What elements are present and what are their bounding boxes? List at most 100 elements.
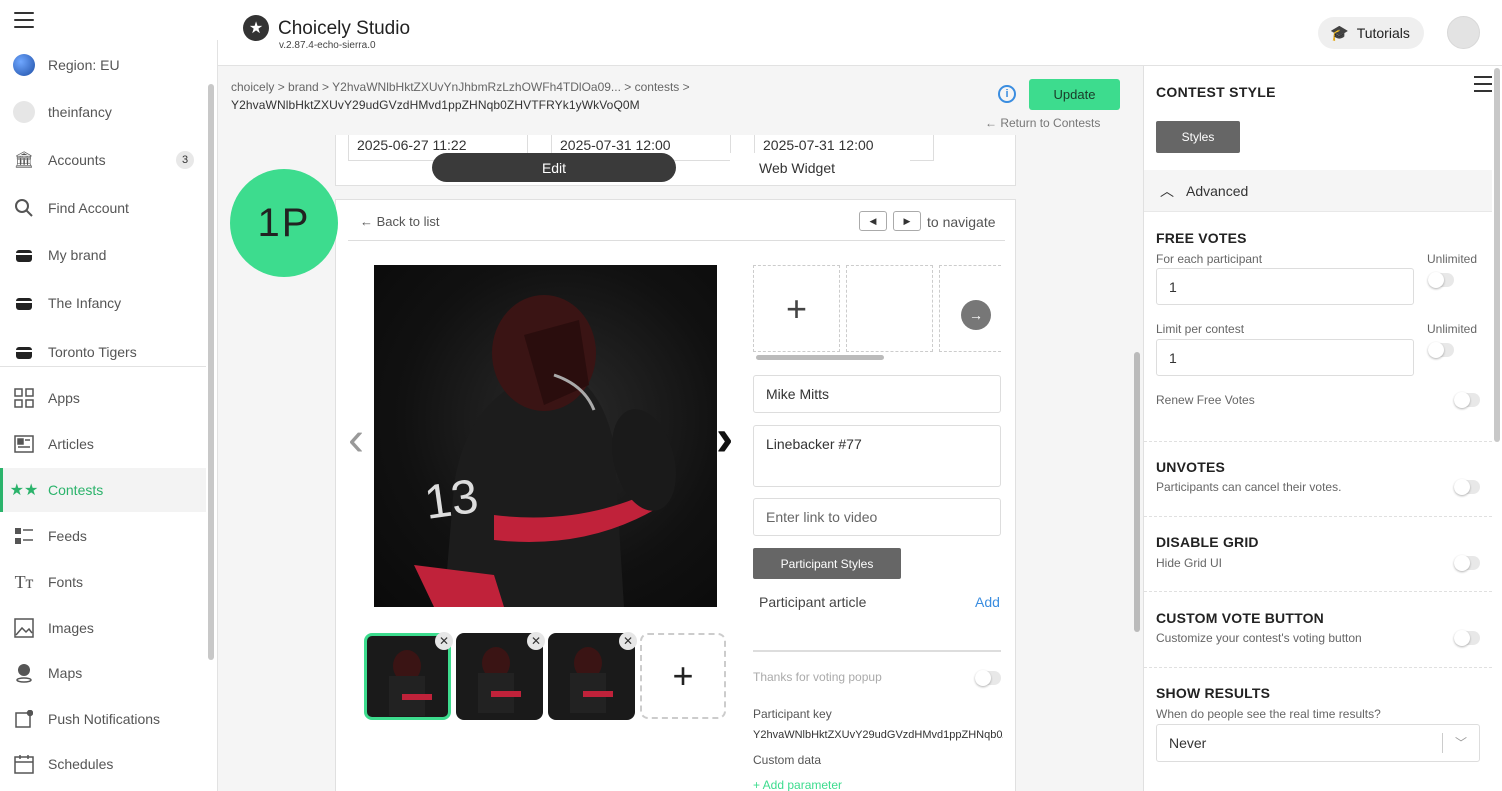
sidebar-item-feeds[interactable]: Feeds bbox=[0, 514, 206, 558]
article-icon bbox=[12, 432, 36, 456]
prev-image-arrow-icon[interactable]: ‹ bbox=[348, 412, 364, 467]
limit-per-contest-label: Limit per contest bbox=[1156, 322, 1245, 336]
add-article-link[interactable]: Add bbox=[975, 594, 1000, 610]
sidebar-item-accounts[interactable]: 🏛 Accounts 3 bbox=[0, 138, 206, 182]
participant-styles-button[interactable]: Participant Styles bbox=[753, 548, 901, 579]
media-slot[interactable] bbox=[846, 265, 933, 352]
section-divider bbox=[753, 650, 1001, 652]
accounts-count-badge: 3 bbox=[176, 151, 194, 169]
calendar-icon bbox=[12, 752, 36, 776]
breadcrumb-contest-id: Y2hvaWNlbHktZXUvY29udGVzdHMvd1ppZHNqb0ZH… bbox=[231, 98, 640, 112]
limit-per-contest-input[interactable]: 1 bbox=[1156, 339, 1414, 376]
add-media-box[interactable]: + bbox=[753, 265, 840, 352]
participant-key-label: Participant key bbox=[753, 707, 832, 721]
unlimited-per-contest-toggle[interactable] bbox=[1428, 342, 1454, 358]
unlimited-per-participant-toggle[interactable] bbox=[1428, 272, 1454, 288]
unlimited-label: Unlimited bbox=[1427, 322, 1478, 336]
map-pin-icon bbox=[12, 661, 36, 685]
unvotes-heading: UNVOTES bbox=[1156, 459, 1226, 475]
sidebar-item-the-infancy[interactable]: The Infancy bbox=[0, 281, 206, 325]
sidebar-item-maps[interactable]: Maps bbox=[0, 651, 206, 695]
back-to-list-link[interactable]: ← Back to list bbox=[360, 214, 439, 229]
panel-divider bbox=[1144, 441, 1492, 442]
sidebar-scrollbar[interactable] bbox=[208, 84, 214, 660]
update-button[interactable]: Update bbox=[1029, 79, 1120, 110]
app-version: v.2.87.4-echo-sierra.0 bbox=[279, 40, 376, 51]
participant-key-value: Y2hvaWNlbHktZXUvY29udGVzdHMvd1ppZHNqb0ZH… bbox=[753, 729, 1003, 741]
sidebar-item-fonts[interactable]: Tт Fonts bbox=[0, 560, 206, 604]
sidebar-item-label: Apps bbox=[48, 390, 80, 406]
sidebar-item-user[interactable]: theinfancy bbox=[0, 90, 206, 134]
sidebar-item-apps[interactable]: Apps bbox=[0, 376, 206, 420]
brand-icon bbox=[12, 243, 36, 267]
breadcrumb[interactable]: choicely > brand > Y2hvaWNlbHktZXUvYnJhb… bbox=[231, 80, 690, 94]
contests-icon: ★★ bbox=[9, 482, 39, 499]
remove-image-icon[interactable]: ✕ bbox=[527, 632, 545, 650]
renew-free-votes-label: Renew Free Votes bbox=[1156, 393, 1255, 407]
custom-vote-button-toggle[interactable] bbox=[1454, 630, 1480, 646]
menu-icon[interactable] bbox=[14, 12, 34, 30]
brand-icon bbox=[12, 340, 36, 364]
sidebar-item-push-notifications[interactable]: Push Notifications bbox=[0, 697, 206, 741]
navigate-hint: to navigate bbox=[927, 214, 996, 230]
panel-divider bbox=[1144, 591, 1492, 592]
sidebar-item-label: Region: EU bbox=[48, 57, 120, 73]
sidebar-item-contests[interactable]: ★★ Contests bbox=[0, 468, 206, 512]
select-divider bbox=[1442, 733, 1443, 753]
tab-web-widget[interactable]: Web Widget bbox=[730, 153, 910, 182]
panel-scrollbar[interactable] bbox=[1494, 68, 1500, 442]
advanced-section-toggle[interactable]: ︿ Advanced bbox=[1144, 170, 1492, 212]
brand-icon bbox=[12, 291, 36, 315]
sidebar-item-my-brand[interactable]: My brand bbox=[0, 233, 206, 277]
show-results-value: Never bbox=[1169, 735, 1207, 751]
next-participant-button[interactable]: ▶ bbox=[893, 211, 921, 231]
tab-edit[interactable]: Edit bbox=[432, 153, 676, 182]
sidebar-item-region[interactable]: Region: EU bbox=[0, 43, 206, 87]
thanks-popup-label: Thanks for voting popup bbox=[753, 670, 882, 684]
participant-name-field[interactable]: Mike Mitts bbox=[753, 375, 1001, 413]
participant-description-field[interactable]: Linebacker #77 bbox=[753, 425, 1001, 487]
prev-participant-button[interactable]: ◀ bbox=[859, 211, 887, 231]
sidebar-item-label: Maps bbox=[48, 665, 83, 681]
choicely-logo-icon: ★ bbox=[243, 15, 269, 41]
votes-per-participant-input[interactable]: 1 bbox=[1156, 268, 1414, 305]
back-label: Back to list bbox=[376, 214, 440, 229]
thanks-popup-toggle[interactable] bbox=[975, 670, 1001, 686]
remove-image-icon[interactable]: ✕ bbox=[435, 632, 453, 650]
sidebar-item-images[interactable]: Images bbox=[0, 606, 206, 650]
participant-photo: 13 bbox=[374, 265, 717, 607]
sidebar-item-label: Toronto Tigers bbox=[48, 344, 137, 360]
sidebar-item-toronto-tigers[interactable]: Toronto Tigers bbox=[0, 330, 206, 374]
sidebar-item-label: Accounts bbox=[48, 152, 106, 168]
next-image-arrow-icon[interactable]: › bbox=[716, 408, 733, 468]
user-avatar[interactable] bbox=[1447, 16, 1480, 49]
tutorials-button[interactable]: 🎓 Tutorials bbox=[1318, 17, 1424, 49]
show-results-select[interactable]: Never ﹀ bbox=[1156, 724, 1480, 762]
image-icon bbox=[12, 616, 36, 640]
add-image-button[interactable]: + bbox=[640, 633, 726, 719]
graduation-cap-icon: 🎓 bbox=[1330, 25, 1349, 42]
disable-grid-toggle[interactable] bbox=[1454, 555, 1480, 571]
renew-free-votes-toggle[interactable] bbox=[1454, 392, 1480, 408]
sidebar-item-schedules[interactable]: Schedules bbox=[0, 742, 206, 786]
media-scrollbar[interactable] bbox=[756, 355, 884, 360]
info-icon[interactable]: i bbox=[998, 85, 1016, 103]
sidebar-item-find-account[interactable]: Find Account bbox=[0, 186, 206, 230]
bank-icon: 🏛 bbox=[13, 152, 35, 169]
remove-image-icon[interactable]: ✕ bbox=[619, 632, 637, 650]
arrow-right-icon[interactable]: → bbox=[961, 300, 991, 330]
apps-grid-icon bbox=[12, 386, 36, 410]
unvotes-toggle[interactable] bbox=[1454, 479, 1480, 495]
panel-menu-icon[interactable] bbox=[1474, 76, 1492, 92]
free-votes-heading: FREE VOTES bbox=[1156, 230, 1247, 246]
sidebar-item-articles[interactable]: Articles bbox=[0, 422, 206, 466]
sidebar: Region: EU theinfancy 🏛 Accounts 3 Find … bbox=[0, 40, 218, 791]
sidebar-item-label: Schedules bbox=[48, 756, 114, 772]
main-scrollbar[interactable] bbox=[1134, 352, 1140, 632]
sidebar-item-label: My brand bbox=[48, 247, 107, 263]
return-to-contests-link[interactable]: ← Return to Contests bbox=[985, 116, 1100, 130]
sidebar-item-label: Fonts bbox=[48, 574, 84, 590]
video-link-input[interactable]: Enter link to video bbox=[753, 498, 1001, 536]
add-parameter-link[interactable]: + Add parameter bbox=[753, 778, 842, 791]
styles-button[interactable]: Styles bbox=[1156, 121, 1240, 153]
